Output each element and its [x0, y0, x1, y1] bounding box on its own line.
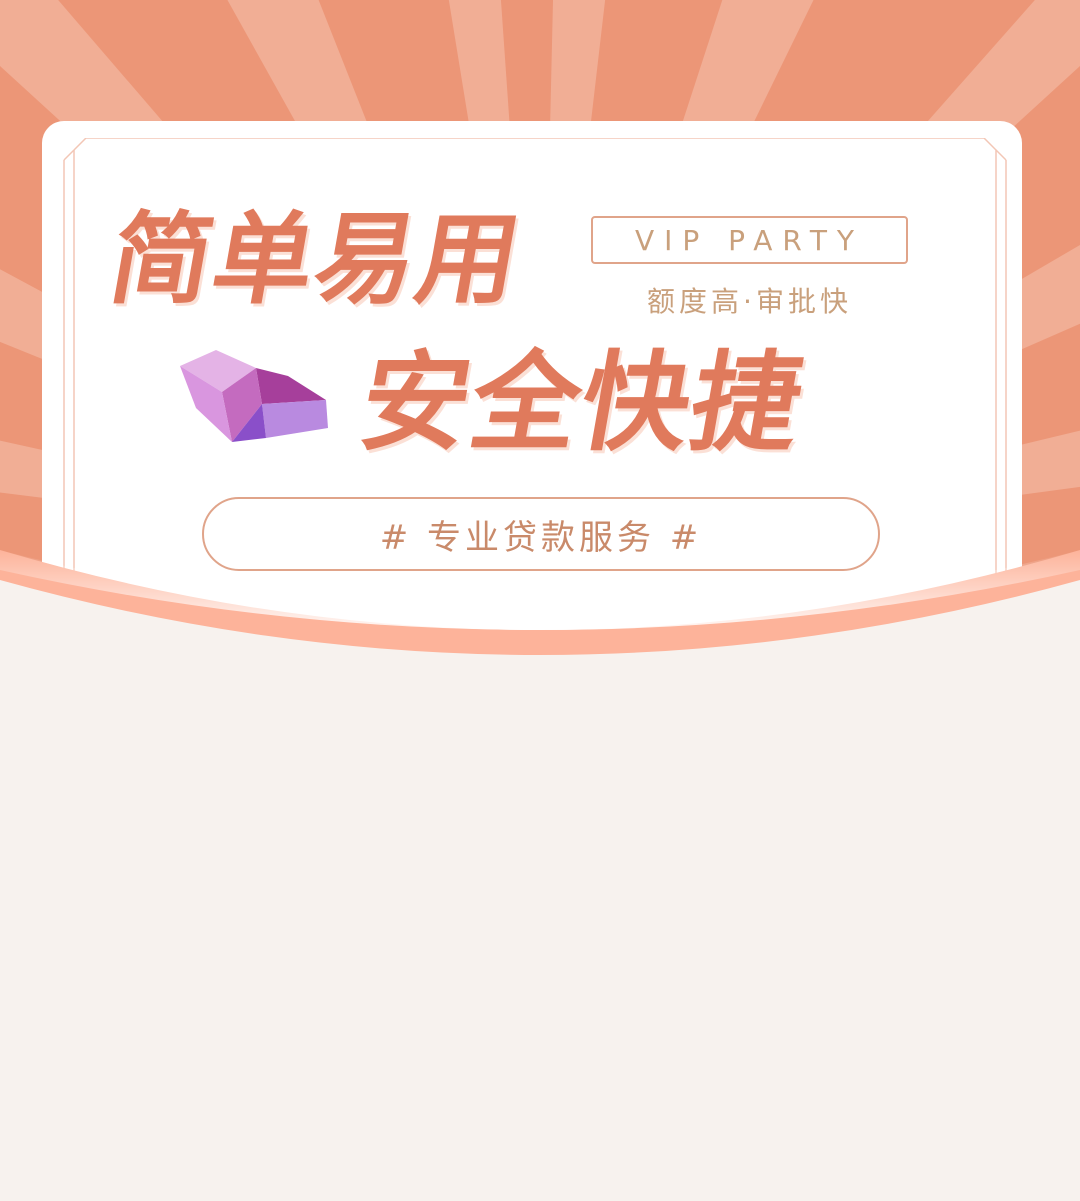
quota-approval-tagline: 额度高·审批快 [647, 285, 852, 318]
curved-divider [0, 550, 1080, 680]
purple-gem-icon [180, 350, 328, 442]
headline-safe-fast: 安全快捷 [351, 341, 814, 466]
headline-easy-to-use: 简单易用 [101, 201, 531, 318]
vip-party-tag: VIP PARTY [591, 216, 908, 264]
hero-banner: 简单易用 VIP PARTY 额度高·审批快 安全快捷 # 专业贷款服务 # [0, 0, 1080, 680]
